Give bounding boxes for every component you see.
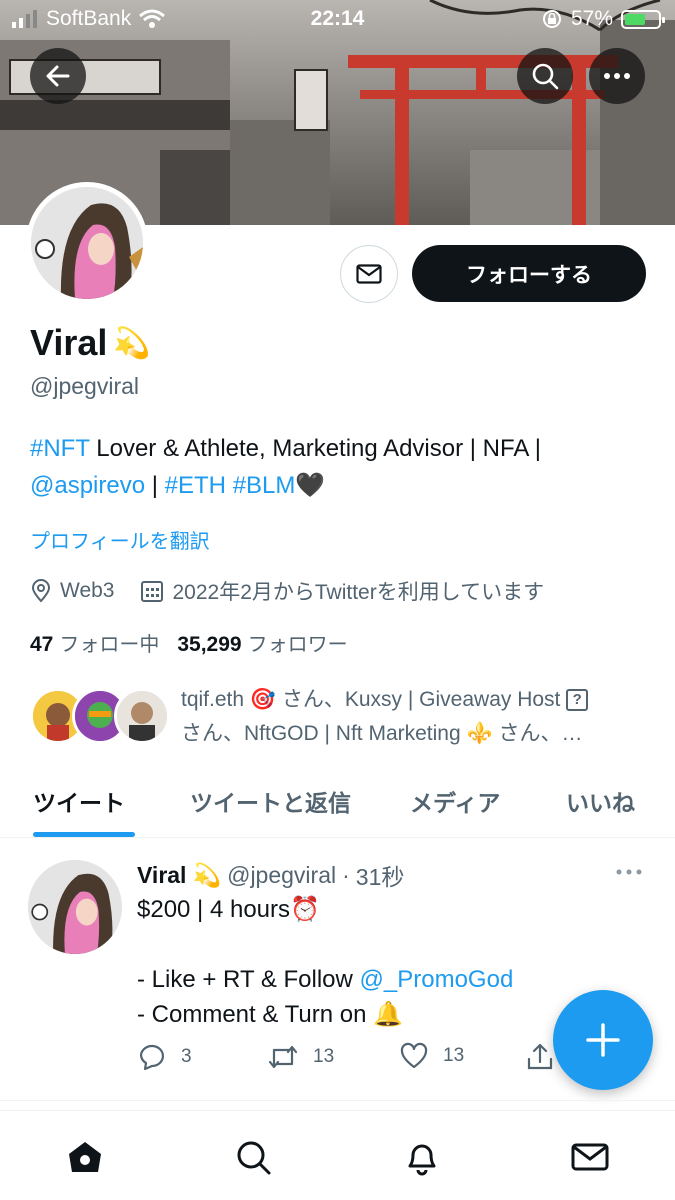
profile-avatar[interactable]: [26, 182, 148, 304]
mention-promogod[interactable]: @_PromoGod: [360, 966, 514, 993]
nav-search[interactable]: [231, 1135, 275, 1179]
tab-likes[interactable]: いいね: [566, 784, 635, 818]
unknown-glyph-icon: ?: [566, 689, 589, 712]
tweet-header: Viral 💫 @jpegviral · 31秒: [137, 858, 404, 892]
search-button[interactable]: [517, 48, 573, 104]
followers-you-know-avatars[interactable]: [30, 688, 170, 748]
tab-tweets-and-replies[interactable]: ツイートと返信: [190, 784, 351, 818]
bio-separator: |: [145, 472, 165, 499]
follow-counts: 47 フォロー中 35,299 フォロワー: [30, 628, 348, 657]
share-icon: [527, 1043, 553, 1070]
followed-by-text[interactable]: tqif.eth 🎯 さん、Kuxsy | Giveaway Host ? さん…: [181, 683, 651, 751]
location-pin-icon: [31, 579, 51, 603]
tab-media[interactable]: メディア: [410, 784, 500, 818]
profile-bio: #NFT Lover & Athlete, Marketing Advisor …: [30, 430, 650, 504]
active-tab-indicator: [33, 832, 135, 837]
tweet-author-avatar[interactable]: [28, 860, 122, 954]
tweet-line3: - Comment & Turn on 🔔: [137, 1001, 403, 1028]
tweet-time[interactable]: 31秒: [356, 858, 405, 892]
status-bar: SoftBank 22:14 57%: [0, 0, 675, 38]
tab-tweets[interactable]: ツイート: [33, 784, 125, 818]
bio-text: Lover & Athlete, Marketing Advisor | NFA…: [89, 435, 541, 462]
hashtag-eth[interactable]: #ETH: [165, 472, 226, 499]
more-options-button[interactable]: [589, 48, 645, 104]
following-stat[interactable]: 47 フォロー中: [30, 628, 159, 657]
reply-button[interactable]: 3: [137, 1042, 192, 1072]
followed-by-line1: tqif.eth 🎯 さん、Kuxsy | Giveaway Host: [181, 688, 561, 711]
followed-by-line2: さん、NftGOD | Nft Marketing ⚜️ さん、…: [181, 722, 583, 745]
message-button[interactable]: [340, 245, 398, 303]
envelope-icon: [356, 264, 382, 284]
followers-label: フォロワー: [247, 634, 348, 656]
hashtag-blm[interactable]: #BLM: [233, 472, 296, 499]
orientation-lock-icon: [542, 10, 561, 28]
compose-tweet-button[interactable]: [553, 990, 653, 1090]
name-emoji: 💫: [113, 326, 151, 360]
battery-percent: 57%: [570, 7, 613, 30]
bio-space: [226, 472, 233, 499]
follower-avatar: [114, 688, 170, 744]
tweet-divider: [0, 1100, 675, 1101]
more-dots-icon: [604, 73, 630, 79]
nav-home[interactable]: [63, 1135, 107, 1179]
heart-icon: [400, 1042, 428, 1069]
bottom-navigation: [0, 1110, 675, 1200]
nav-notifications[interactable]: [400, 1135, 444, 1179]
followers-count: 35,299: [177, 633, 242, 656]
like-button[interactable]: 13: [399, 1042, 464, 1070]
back-button[interactable]: [30, 48, 86, 104]
envelope-icon: [571, 1143, 609, 1171]
reply-icon: [139, 1044, 164, 1071]
reply-count: 3: [181, 1046, 192, 1067]
following-count: 47: [30, 633, 54, 656]
retweet-button[interactable]: 13: [267, 1042, 334, 1072]
mention-aspirevo[interactable]: @aspirevo: [30, 472, 145, 499]
retweet-icon: [268, 1045, 298, 1069]
bell-icon: [408, 1144, 436, 1176]
home-icon: [69, 1142, 101, 1172]
profile-meta: Web3 2022年2月からTwitterを利用しています: [30, 576, 570, 606]
tweet-line1: $200 | 4 hours⏰: [137, 896, 320, 923]
tweet-author-handle[interactable]: @jpegviral: [227, 862, 336, 889]
tweet-line2: - Like + RT & Follow: [137, 966, 360, 993]
share-button[interactable]: [525, 1042, 555, 1072]
joined-date: 2022年2月からTwitterを利用しています: [172, 581, 545, 604]
nav-messages[interactable]: [568, 1135, 612, 1179]
translate-profile-link[interactable]: プロフィールを翻訳: [30, 525, 210, 554]
more-dots-icon: [616, 869, 642, 875]
back-arrow-icon: [46, 65, 70, 87]
followers-stat[interactable]: 35,299 フォロワー: [177, 628, 347, 657]
following-label: フォロー中: [59, 634, 160, 656]
search-icon: [237, 1141, 271, 1175]
follow-button[interactable]: フォローする: [412, 245, 646, 302]
tweet-author-name[interactable]: Viral: [137, 862, 186, 889]
follower-avatar-image: [117, 691, 167, 741]
location-text: Web3: [60, 579, 115, 602]
search-icon: [532, 63, 559, 90]
plus-icon: [586, 1023, 620, 1057]
avatar-illustration: [28, 860, 122, 954]
hashtag-nft[interactable]: #NFT: [30, 435, 90, 462]
profile-name-text: Viral: [30, 322, 108, 363]
profile-tabs: ツイート ツイートと返信 メディア いいね: [0, 770, 675, 838]
tweet-actions: 3 13 13: [137, 1042, 567, 1078]
avatar-illustration: [31, 187, 143, 299]
profile-handle: @jpegviral: [30, 373, 140, 399]
profile-name: Viral 💫: [30, 322, 151, 364]
tweet-more-button[interactable]: [612, 862, 646, 882]
tweet-separator: ·: [342, 861, 350, 888]
battery-icon: [621, 9, 665, 29]
tweet-name-emoji: 💫: [192, 861, 222, 888]
retweet-count: 13: [313, 1046, 335, 1067]
calendar-icon: [141, 581, 164, 602]
like-count: 13: [443, 1045, 465, 1066]
black-heart-emoji: 🖤: [295, 472, 326, 499]
